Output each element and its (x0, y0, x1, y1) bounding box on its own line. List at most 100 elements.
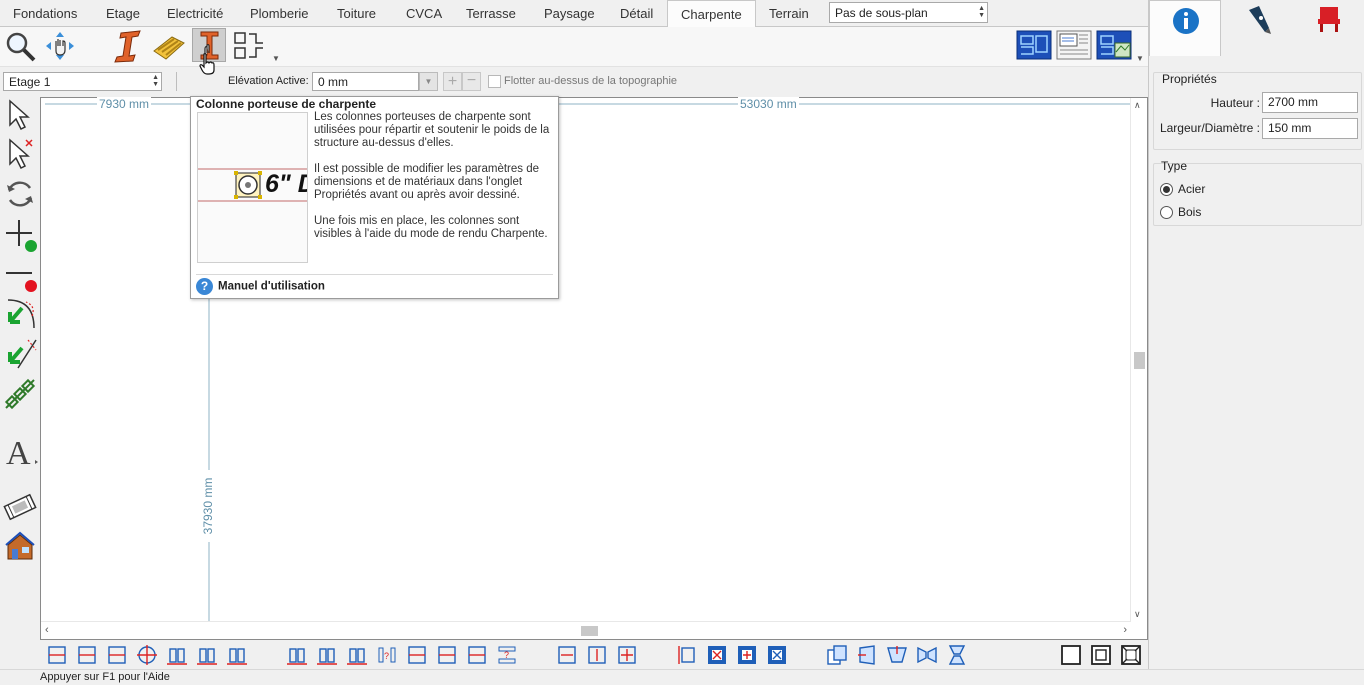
pan-hand-icon[interactable] (43, 29, 77, 63)
tab-detail[interactable]: Détail (620, 6, 653, 21)
center-point-icon[interactable] (736, 644, 758, 666)
chain-dimension-icon[interactable] (2, 376, 38, 412)
zoom-icon[interactable] (3, 29, 37, 63)
tab-toiture[interactable]: Toiture (337, 6, 376, 21)
distribute-h-icon[interactable] (286, 644, 308, 666)
distribute-vb-icon[interactable] (466, 644, 488, 666)
align-right-icon[interactable] (106, 644, 128, 666)
horizontal-scrollbar[interactable]: ‹ › (41, 621, 1131, 639)
scroll-right-icon[interactable]: › (1123, 624, 1127, 636)
line-join-icon[interactable] (2, 336, 38, 372)
copy-object-icon[interactable] (826, 644, 848, 666)
svg-text:?: ? (504, 650, 509, 660)
scroll-left-icon[interactable]: ‹ (45, 624, 49, 636)
scroll-up-icon[interactable]: ∧ (1134, 100, 1141, 111)
tab-charpente[interactable]: Charpente (667, 0, 756, 28)
tooltip-preview-label: 6" D (265, 170, 307, 198)
distribute-v-icon[interactable] (406, 644, 428, 666)
select-object-icon[interactable] (2, 136, 38, 172)
center-object-v-icon[interactable] (586, 644, 608, 666)
align-left-icon[interactable] (46, 644, 68, 666)
status-text: Appuyer sur F1 pour l'Aide (40, 671, 170, 683)
tab-paysage[interactable]: Paysage (544, 6, 595, 21)
house-view-icon[interactable] (2, 527, 38, 563)
width-input[interactable]: 150 mm (1262, 118, 1358, 139)
reflect-v-icon[interactable] (886, 644, 908, 666)
vertical-scrollbar[interactable]: ∧ ∨ (1130, 98, 1147, 622)
tab-plomberie[interactable]: Plomberie (250, 6, 309, 21)
center-object-icon[interactable] (616, 644, 638, 666)
tab-fondations[interactable]: Fondations (13, 6, 77, 21)
align-vcenter-icon[interactable] (196, 644, 218, 666)
help-manual-link[interactable]: ? Manuel d'utilisation (196, 278, 325, 295)
dropdown-arrow-icon[interactable]: ▼ (272, 54, 280, 63)
window-frame-icon[interactable] (1060, 644, 1082, 666)
vertical-scroll-thumb[interactable] (1134, 352, 1145, 369)
level-select[interactable]: Etage 1 ▲ ▼ (3, 72, 162, 91)
left-toolbar: A (0, 97, 40, 641)
tab-style-pen[interactable] (1221, 0, 1293, 56)
align-top-icon[interactable] (166, 644, 188, 666)
elevation-input[interactable]: 0 mm (312, 72, 419, 91)
plan-view-icon[interactable] (1016, 30, 1052, 60)
distribute-hr-icon[interactable] (346, 644, 368, 666)
joist-icon[interactable] (152, 29, 186, 63)
tab-terrasse[interactable]: Terrasse (466, 6, 516, 21)
tooltip-description: Les colonnes porteuses de charpente sont… (314, 111, 556, 254)
center-object-h-icon[interactable] (556, 644, 578, 666)
level-select-value: Etage 1 (9, 75, 51, 89)
resize-box-icon[interactable] (706, 644, 728, 666)
spin-arrows-icon: ▲ ▼ (152, 74, 159, 88)
window-corner-icon[interactable] (1120, 644, 1142, 666)
distribute-hc-icon[interactable] (316, 644, 338, 666)
tab-cvca[interactable]: CVCA (406, 6, 442, 21)
camera-film-icon[interactable] (2, 489, 38, 525)
tab-terrain[interactable]: Terrain (769, 6, 809, 21)
horizontal-scroll-thumb[interactable] (581, 626, 598, 636)
scroll-down-icon[interactable]: ∨ (1134, 609, 1141, 620)
align-center-icon[interactable] (76, 644, 98, 666)
pen-icon (1249, 6, 1271, 34)
window-inner-icon[interactable] (1090, 644, 1112, 666)
break-line-icon[interactable] (2, 256, 38, 292)
reflect-h-icon[interactable] (856, 644, 878, 666)
float-checkbox[interactable] (488, 75, 501, 88)
3d-view-icon[interactable] (1096, 30, 1132, 60)
tab-library-chair[interactable] (1293, 0, 1364, 56)
type-group: Type Acier Bois (1153, 159, 1362, 226)
dimension-top-left: 7930 mm (97, 97, 152, 111)
rotate-icon[interactable] (2, 176, 38, 212)
height-label: Hauteur : (1210, 96, 1260, 110)
framing-tools-icon[interactable] (232, 29, 266, 63)
tab-electricite[interactable]: Electricité (167, 6, 223, 21)
ribbon-tab-bar: Fondations Etage Electricité Plomberie T… (0, 0, 1148, 28)
decrease-elevation-button[interactable]: − (462, 72, 481, 91)
arc-join-icon[interactable] (2, 296, 38, 332)
distribute-spacing-h-icon[interactable]: ? (376, 644, 398, 666)
tab-etage[interactable]: Etage (106, 6, 140, 21)
properties-title: Propriétés (1162, 72, 1217, 86)
subplan-select[interactable]: Pas de sous-plan ▲ ▼ (829, 2, 988, 23)
tab-properties-info[interactable] (1149, 0, 1221, 56)
align-middle-icon[interactable] (136, 644, 158, 666)
dropdown-arrow-icon[interactable]: ▼ (1136, 54, 1144, 63)
radio-acier[interactable] (1160, 183, 1173, 196)
elevation-dropdown-button[interactable]: ▼ (419, 72, 438, 91)
resize-height-icon[interactable] (676, 644, 698, 666)
add-point-icon[interactable] (2, 216, 38, 252)
width-label: Largeur/Diamètre : (1159, 121, 1260, 135)
tooltip-preview-image: 6" D (197, 112, 308, 263)
distribute-spacing-v-icon[interactable]: ? (496, 644, 518, 666)
steel-beam-icon[interactable] (112, 29, 146, 63)
elevation-view-icon[interactable] (1056, 30, 1092, 60)
shrink-icon[interactable] (766, 644, 788, 666)
align-bottom-icon[interactable] (226, 644, 248, 666)
mirror-h-icon[interactable] (916, 644, 938, 666)
distribute-vc-icon[interactable] (436, 644, 458, 666)
mirror-v-icon[interactable] (946, 644, 968, 666)
height-input[interactable]: 2700 mm (1262, 92, 1358, 113)
select-arrow-icon[interactable] (2, 97, 38, 133)
radio-bois[interactable] (1160, 206, 1173, 219)
increase-elevation-button[interactable]: + (443, 72, 462, 91)
text-tool-icon[interactable]: A (2, 433, 38, 472)
